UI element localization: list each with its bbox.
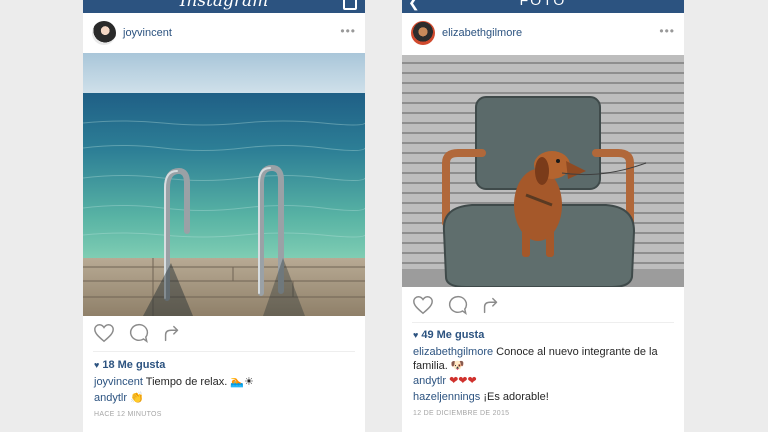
comment-icon[interactable] (127, 322, 149, 344)
avatar[interactable] (411, 21, 435, 45)
dog-chair-illustration (402, 55, 684, 287)
app-header: Instagram (83, 0, 365, 13)
comment-row: andytlr 👏 (94, 391, 356, 405)
sea-ladder-illustration (83, 53, 365, 316)
like-heart-icon[interactable] (412, 294, 434, 316)
post-caption: joyvincent Tiempo de relax. 🏊☀ (94, 375, 356, 389)
caption-text: Tiempo de relax. 🏊☀ (145, 376, 254, 388)
likes-label: 18 Me gusta (102, 359, 166, 371)
more-options-icon[interactable]: ••• (340, 24, 356, 38)
comment-username[interactable]: andytlr (94, 392, 127, 404)
like-heart-icon[interactable] (93, 322, 115, 344)
likes-heart-icon: ♥ (413, 330, 419, 340)
post-header: joyvincent ••• (83, 15, 365, 53)
post-photo-sea-ladder[interactable] (83, 53, 365, 316)
comment-row: hazeljennings ¡Es adorable! (413, 390, 675, 404)
post-actions (402, 294, 684, 320)
divider (412, 322, 674, 323)
post-username[interactable]: joyvincent (123, 27, 172, 39)
share-icon[interactable] (161, 322, 183, 344)
share-icon[interactable] (480, 294, 502, 316)
post-timestamp: 12 DE DICIEMBRE DE 2015 (413, 410, 510, 417)
post-photo-dog-chair[interactable] (402, 55, 684, 287)
post-header: elizabethgilmore ••• (402, 15, 684, 53)
inbox-icon[interactable] (343, 0, 357, 10)
post-actions (83, 322, 365, 348)
post-timestamp: HACE 12 MINUTOS (94, 411, 162, 418)
app-title: Instagram (179, 0, 269, 11)
caption-username[interactable]: elizabethgilmore (413, 346, 493, 358)
likes-count[interactable]: ♥ 49 Me gusta (413, 329, 484, 341)
comment-text: ❤❤❤ (449, 375, 477, 387)
likes-label: 49 Me gusta (421, 329, 485, 341)
post-caption: elizabethgilmore Conoce al nuevo integra… (413, 345, 675, 373)
avatar[interactable] (92, 21, 116, 45)
comment-text: ¡Es adorable! (483, 391, 549, 403)
likes-heart-icon: ♥ (94, 360, 100, 370)
comment-username[interactable]: andytlr (413, 375, 446, 387)
app-header: ❮ FOTO (402, 0, 684, 13)
likes-count[interactable]: ♥ 18 Me gusta (94, 359, 165, 371)
screenshot-stage: Instagram joyvincent ••• ♥ 18 Me gusta j… (0, 0, 768, 432)
instagram-post-right: ❮ FOTO elizabethgilmore ••• ♥ 49 Me gust… (402, 0, 684, 432)
comment-username[interactable]: hazeljennings (413, 391, 480, 403)
comment-row: andytlr ❤❤❤ (413, 374, 675, 388)
comment-text: 👏 (130, 392, 144, 404)
divider (93, 351, 355, 352)
comment-icon[interactable] (446, 294, 468, 316)
screen-title: FOTO (519, 0, 567, 8)
caption-username[interactable]: joyvincent (94, 376, 143, 388)
more-options-icon[interactable]: ••• (659, 24, 675, 38)
post-username[interactable]: elizabethgilmore (442, 27, 522, 39)
instagram-post-left: Instagram joyvincent ••• ♥ 18 Me gusta j… (83, 0, 365, 432)
